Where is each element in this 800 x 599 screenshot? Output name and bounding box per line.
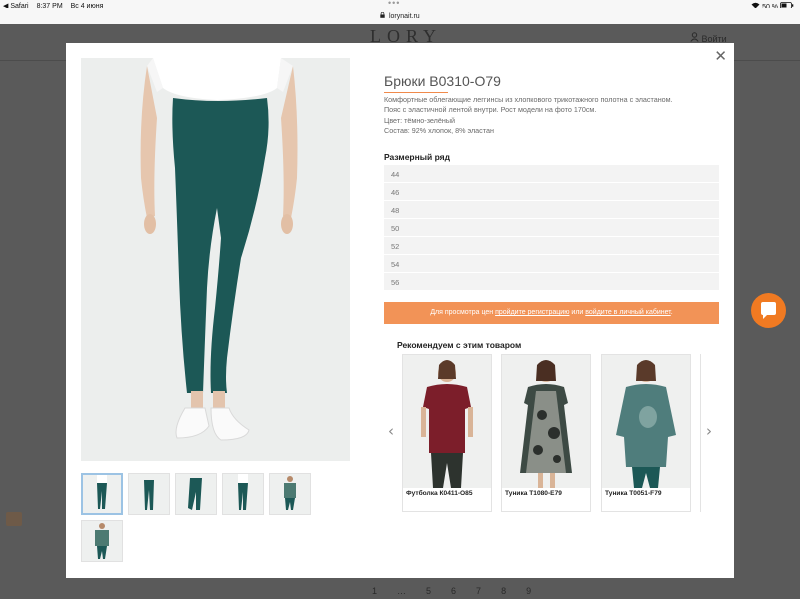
recommended-product-name: Туника Т1080-Е79 <box>505 490 562 497</box>
thumbnail-3[interactable] <box>175 473 217 515</box>
close-icon[interactable]: ✕ <box>714 49 727 64</box>
recommended-product-card-partial[interactable] <box>700 354 704 512</box>
recommended-product-image <box>403 355 491 488</box>
carousel-prev-icon[interactable]: ‹ <box>388 422 394 440</box>
page-link[interactable]: 6 <box>451 586 476 596</box>
notice-suffix: . <box>670 309 673 316</box>
address-bar[interactable]: lorynait.ru <box>0 8 800 24</box>
recommendations-heading: Рекомендуем с этим товаром <box>397 340 522 350</box>
page-link[interactable]: 1 <box>372 586 397 596</box>
recommended-product-card[interactable]: Туника Т0051-F79 <box>601 354 691 512</box>
description-line: Состав: 92% хлопок, 8% эластан <box>384 125 494 135</box>
login-link[interactable]: войдите в личный кабинет <box>585 309 670 316</box>
product-quickview-modal: ✕ Брюки В0310-О79 Комфортные облегающие … <box>66 43 734 578</box>
recommended-product-image <box>502 355 590 488</box>
sizes-heading: Размерный ряд <box>384 152 451 162</box>
size-list: 44 46 48 50 52 54 56 <box>384 165 719 291</box>
page-link[interactable]: 7 <box>476 586 501 596</box>
price-login-notice: Для просмотра цен пройдите регистрацию и… <box>384 302 719 324</box>
description-line: Комфортные облегающие леггинсы из хлопко… <box>384 95 673 104</box>
product-main-photo[interactable] <box>81 58 350 461</box>
page-ellipsis: … <box>397 586 427 596</box>
notice-prefix: Для просмотра цен <box>430 309 494 316</box>
size-option[interactable]: 54 <box>384 255 719 273</box>
size-option[interactable]: 56 <box>384 273 719 291</box>
carousel-next-icon[interactable]: › <box>706 422 712 440</box>
recommended-product-image <box>602 355 690 488</box>
size-option[interactable]: 46 <box>384 183 719 201</box>
thumbnail-5[interactable] <box>269 473 311 515</box>
thumbnail-2[interactable] <box>128 473 170 515</box>
product-description: Комфортные облегающие леггинсы из хлопко… <box>384 95 724 136</box>
recommended-product-card[interactable]: Футболка К0411-О85 <box>402 354 492 512</box>
size-option[interactable]: 48 <box>384 201 719 219</box>
thumbnail-6[interactable] <box>81 520 123 562</box>
size-option[interactable]: 52 <box>384 237 719 255</box>
recommended-product-name: Туника Т0051-F79 <box>605 490 662 497</box>
pagination: 1…56789 <box>372 586 551 596</box>
notice-middle: или <box>571 309 584 316</box>
description-line: Цвет: тёмно-зелёный <box>384 115 456 125</box>
size-option[interactable]: 44 <box>384 165 719 183</box>
browser-menu-dots[interactable]: ••• <box>388 0 400 8</box>
background-widget <box>6 512 22 526</box>
user-icon <box>690 32 699 42</box>
page-link[interactable]: 5 <box>426 586 451 596</box>
url-text: lorynait.ru <box>388 13 420 20</box>
lock-icon <box>380 11 387 20</box>
title-underline <box>384 92 448 93</box>
page-link[interactable]: 8 <box>501 586 526 596</box>
chat-bubble-icon <box>761 302 776 319</box>
register-link[interactable]: пройдите регистрацию <box>495 309 569 316</box>
recommended-product-card[interactable]: Туника Т1080-Е79 <box>501 354 591 512</box>
page-link[interactable]: 9 <box>526 586 551 596</box>
description-line: Пояс с эластичной лентой внутри. Рост мо… <box>384 105 597 115</box>
recommended-product-name: Футболка К0411-О85 <box>406 490 473 497</box>
chat-button[interactable] <box>751 293 786 328</box>
thumbnail-4[interactable] <box>222 473 264 515</box>
product-title: Брюки В0310-О79 <box>384 73 501 89</box>
thumbnail-1[interactable] <box>81 473 123 515</box>
size-option[interactable]: 50 <box>384 219 719 237</box>
